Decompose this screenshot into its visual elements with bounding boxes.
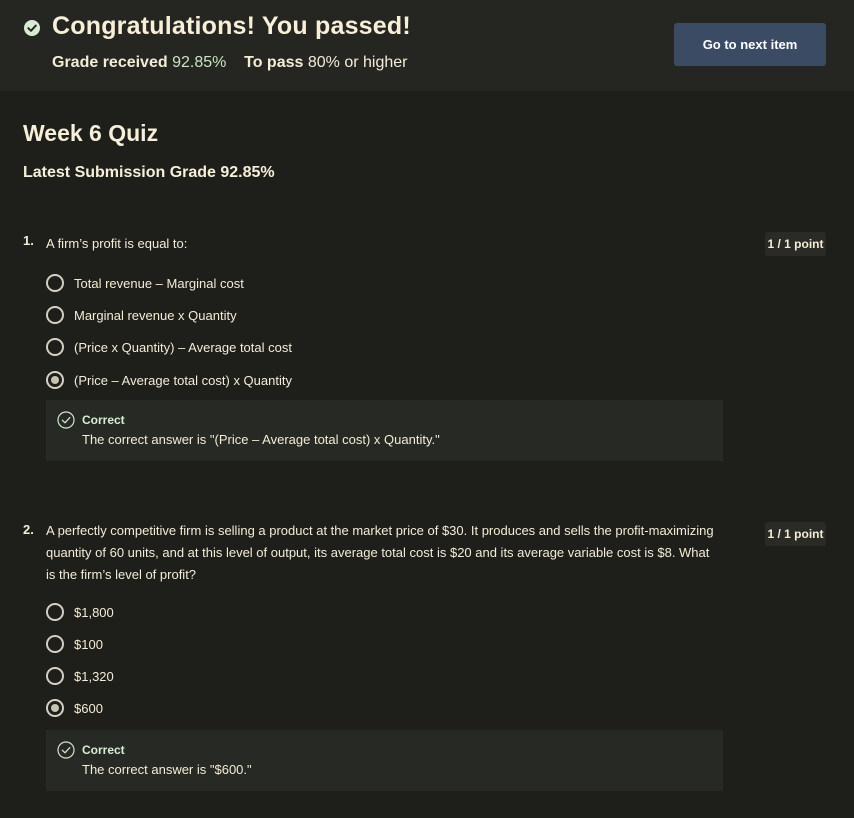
feedback-title: Correct — [82, 413, 125, 427]
answer-option-label: Total revenue – Marginal cost — [74, 275, 244, 291]
radio-button[interactable] — [46, 306, 64, 324]
radio-button-selected[interactable] — [46, 699, 64, 717]
feedback-title: Correct — [82, 743, 125, 757]
question-number: 2. — [23, 522, 34, 537]
answer-option-label: (Price – Average total cost) x Quantity — [74, 372, 292, 388]
grade-received-label: Grade received — [52, 54, 168, 71]
question-number: 1. — [23, 233, 34, 248]
answer-option-label: Marginal revenue x Quantity — [74, 307, 237, 323]
go-to-next-item-button[interactable]: Go to next item — [674, 23, 826, 66]
feedback-text: The correct answer is "$600." — [82, 762, 252, 777]
to-pass-label: To pass — [244, 54, 304, 71]
grade-summary: Grade received 92.85% To pass 80% or hig… — [52, 54, 407, 72]
grade-received-value: 92.85% — [172, 54, 227, 71]
check-circle-outline-icon — [57, 411, 75, 429]
answer-option[interactable]: $1,320 — [46, 666, 114, 686]
answer-option[interactable]: $100 — [46, 634, 103, 654]
answer-option[interactable]: Marginal revenue x Quantity — [46, 305, 237, 325]
check-circle-outline-icon — [57, 741, 75, 759]
latest-submission-grade: Latest Submission Grade 92.85% — [23, 164, 275, 181]
answer-option-label: $100 — [74, 636, 103, 652]
radio-button[interactable] — [46, 635, 64, 653]
answer-option[interactable]: $1,800 — [46, 602, 114, 622]
question-text: A firm’s profit is equal to: — [46, 236, 188, 251]
radio-button-selected[interactable] — [46, 371, 64, 389]
answer-option[interactable]: Total revenue – Marginal cost — [46, 273, 244, 293]
quiz-title: Week 6 Quiz — [23, 120, 159, 146]
radio-button[interactable] — [46, 274, 64, 292]
question-text: A perfectly competitive firm is selling … — [46, 523, 714, 582]
to-pass-value: 80% or higher — [307, 54, 408, 71]
radio-button[interactable] — [46, 603, 64, 621]
radio-button[interactable] — [46, 667, 64, 685]
feedback-box: Correct The correct answer is "$600." — [46, 730, 723, 791]
points-badge: 1 / 1 point — [765, 232, 826, 256]
answer-option-label: $1,320 — [74, 668, 114, 684]
feedback-text: The correct answer is "(Price – Average … — [82, 432, 440, 447]
answer-option-label: $600 — [74, 700, 103, 716]
check-circle-icon — [24, 20, 40, 36]
answer-option-label: $1,800 — [74, 604, 114, 620]
pass-banner: Congratulations! You passed! Grade recei… — [0, 0, 854, 91]
feedback-box: Correct The correct answer is "(Price – … — [46, 400, 723, 461]
answer-option-selected[interactable]: (Price – Average total cost) x Quantity — [46, 370, 292, 390]
answer-option-selected[interactable]: $600 — [46, 698, 103, 718]
answer-option-label: (Price x Quantity) – Average total cost — [74, 339, 292, 355]
points-badge: 1 / 1 point — [765, 522, 826, 546]
pass-title: Congratulations! You passed! — [52, 12, 411, 40]
radio-button[interactable] — [46, 338, 64, 356]
answer-option[interactable]: (Price x Quantity) – Average total cost — [46, 337, 292, 357]
